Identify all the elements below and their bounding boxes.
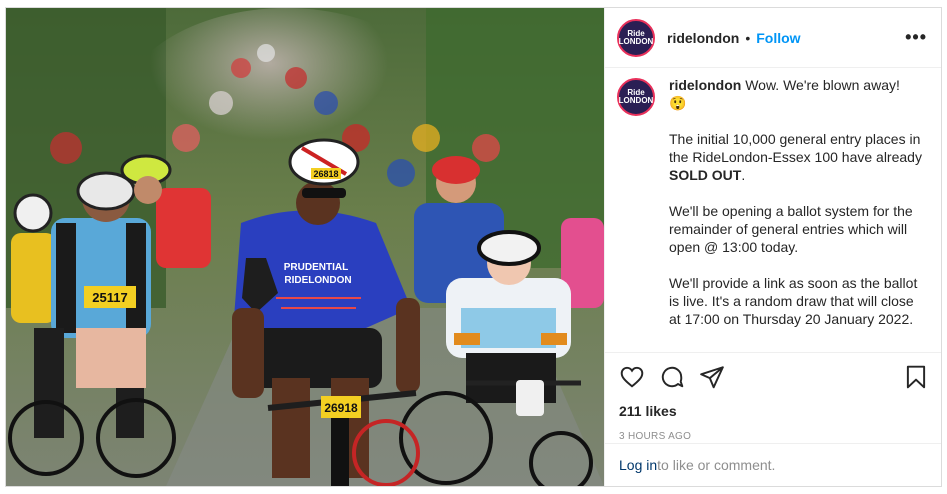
heart-icon[interactable] xyxy=(619,364,645,390)
post-timestamp[interactable]: 3 HOURS AGO xyxy=(605,431,941,442)
comment-icon[interactable] xyxy=(659,364,685,390)
caption-avatar[interactable]: Ride LONDON xyxy=(617,78,655,116)
jersey-text-1: PRUDENTIAL xyxy=(284,262,348,273)
caption-avatar-line2: LONDON xyxy=(618,96,654,105)
header-username[interactable]: ridelondon xyxy=(667,30,739,46)
bookmark-icon[interactable] xyxy=(903,364,929,390)
caption-area: Ride LONDON ridelondon Wow. We're blown a… xyxy=(605,68,941,352)
avatar-line2: LONDON xyxy=(618,36,654,46)
caption-sold-out: SOLD OUT xyxy=(669,167,742,183)
post-sidebar: Ride LONDON ridelondon • Follow ••• Ride L… xyxy=(604,8,941,486)
cyclists-photo: 25117 PRUDENTIAL RIDELONDON 26818 26918 xyxy=(6,8,604,486)
profile-avatar[interactable]: Ride LONDON xyxy=(617,18,655,57)
follow-button[interactable]: Follow xyxy=(756,30,800,46)
jersey-text-2: RIDELONDON xyxy=(284,275,351,286)
post-photo[interactable]: 25117 PRUDENTIAL RIDELONDON 26818 26918 xyxy=(6,8,604,486)
caption-username[interactable]: ridelondon xyxy=(669,77,741,93)
caption-p2-pre: The initial 10,000 general entry places … xyxy=(669,131,922,165)
post-header: Ride LONDON ridelondon • Follow ••• xyxy=(605,8,941,68)
login-prompt: Log in to like or comment. xyxy=(605,443,941,486)
caption-intro: Wow. We're blown away! xyxy=(745,77,900,93)
post-caption: ridelondon Wow. We're blown away! 😲 The … xyxy=(669,76,923,352)
share-icon[interactable] xyxy=(699,364,725,390)
caption-p2-post: . xyxy=(741,167,746,183)
more-options-icon[interactable]: ••• xyxy=(905,27,927,48)
bib-left: 25117 xyxy=(92,290,127,305)
action-bar xyxy=(605,352,941,401)
like-count[interactable]: 211 likes xyxy=(605,403,941,419)
caption-p4: We'll provide a link as soon as the ball… xyxy=(669,275,918,327)
helmet-number: 26818 xyxy=(313,169,338,179)
header-separator: • xyxy=(745,29,751,46)
caption-emoji: 😲 xyxy=(669,95,687,111)
caption-p3: We'll be opening a ballot system for the… xyxy=(669,203,913,255)
instagram-post: 25117 PRUDENTIAL RIDELONDON 26818 26918 … xyxy=(5,7,942,487)
bib-bike: 26918 xyxy=(324,401,358,415)
login-link[interactable]: Log in xyxy=(619,457,657,473)
login-prompt-text: to like or comment. xyxy=(657,457,776,473)
